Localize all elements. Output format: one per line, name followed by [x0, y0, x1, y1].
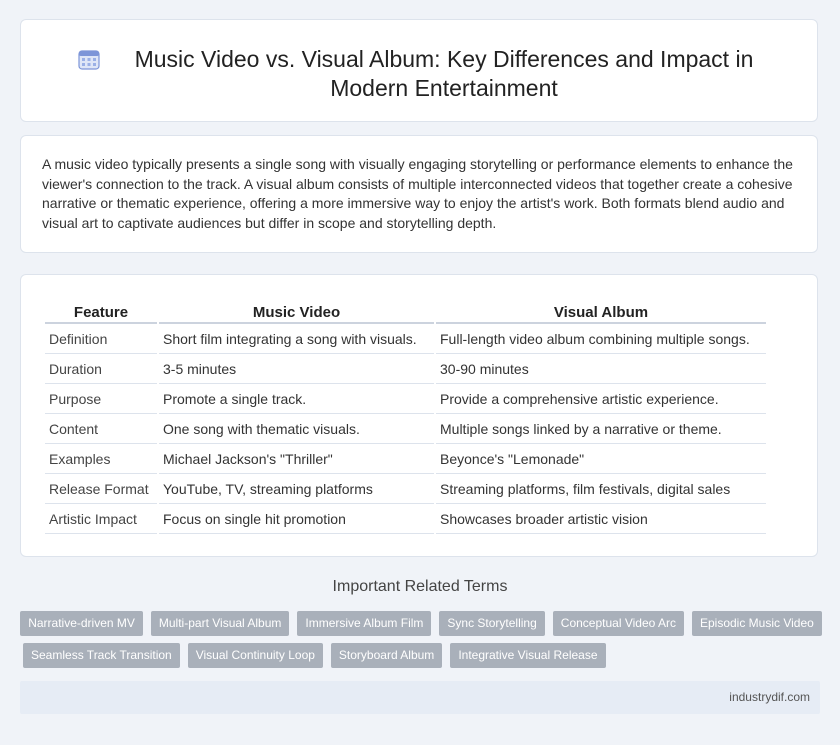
tag[interactable]: Integrative Visual Release — [450, 643, 606, 668]
table-cell: Michael Jackson's "Thriller" — [159, 444, 434, 474]
header-feature: Feature — [45, 297, 157, 324]
table-row: Examples Michael Jackson's "Thriller" Be… — [45, 444, 766, 474]
related-terms-heading: Important Related Terms — [332, 578, 508, 595]
table-row: Release Format YouTube, TV, streaming pl… — [45, 474, 766, 504]
tag[interactable]: Sync Storytelling — [439, 611, 545, 636]
table-cell: 30-90 minutes — [436, 354, 766, 384]
table-cell: Multiple songs linked by a narrative or … — [436, 414, 766, 444]
table-row: Purpose Promote a single track. Provide … — [45, 384, 766, 414]
table-cell: 3-5 minutes — [159, 354, 434, 384]
table-cell: Duration — [45, 354, 157, 384]
table-cell: YouTube, TV, streaming platforms — [159, 474, 434, 504]
tag[interactable]: Episodic Music Video — [691, 611, 822, 636]
page-title: Music Video vs. Visual Album: Key Differ… — [134, 46, 754, 101]
table-cell: Streaming platforms, film festivals, dig… — [436, 474, 766, 504]
table-cell: Showcases broader artistic vision — [436, 504, 766, 534]
comparison-table: Feature Music Video Visual Album Definit… — [43, 297, 768, 534]
tag[interactable]: Narrative-driven MV — [20, 611, 143, 636]
table-row: Duration 3-5 minutes 30-90 minutes — [45, 354, 766, 384]
table-cell: Definition — [45, 324, 157, 354]
tag[interactable]: Multi-part Visual Album — [150, 611, 290, 636]
table-cell: Content — [45, 414, 157, 444]
tag[interactable]: Seamless Track Transition — [23, 643, 180, 668]
header-music-video: Music Video — [159, 297, 434, 324]
title-card: Music Video vs. Visual Album: Key Differ… — [20, 19, 818, 122]
table-cell: Short film integrating a song with visua… — [159, 324, 434, 354]
table-cell: Release Format — [45, 474, 157, 504]
comparison-card: Feature Music Video Visual Album Definit… — [20, 274, 818, 557]
tag-row: Narrative-driven MV Multi-part Visual Al… — [20, 611, 822, 636]
table-row: Definition Short film integrating a song… — [45, 324, 766, 354]
table-cell: Provide a comprehensive artistic experie… — [436, 384, 766, 414]
table-row: Artistic Impact Focus on single hit prom… — [45, 504, 766, 534]
intro-card: A music video typically presents a singl… — [20, 135, 818, 253]
table-row: Content One song with thematic visuals. … — [45, 414, 766, 444]
related-terms-list: Narrative-driven MV Multi-part Visual Al… — [20, 611, 822, 675]
tag[interactable]: Conceptual Video Arc — [552, 611, 684, 636]
table-cell: Focus on single hit promotion — [159, 504, 434, 534]
footer-source[interactable]: industrydif.com — [729, 690, 810, 704]
table-cell: One song with thematic visuals. — [159, 414, 434, 444]
table-cell: Artistic Impact — [45, 504, 157, 534]
tag[interactable]: Immersive Album Film — [297, 611, 432, 636]
footer: industrydif.com — [20, 681, 820, 714]
header-visual-album: Visual Album — [436, 297, 766, 324]
table-cell: Purpose — [45, 384, 157, 414]
intro-text: A music video typically presents a singl… — [42, 156, 793, 231]
table-cell: Promote a single track. — [159, 384, 434, 414]
tag-row: Seamless Track Transition Visual Continu… — [22, 643, 820, 668]
table-cell: Full-length video album combining multip… — [436, 324, 766, 354]
table-cell: Beyonce's "Lemonade" — [436, 444, 766, 474]
table-header-row: Feature Music Video Visual Album — [45, 297, 766, 324]
tag[interactable]: Storyboard Album — [330, 643, 443, 668]
table-cell: Examples — [45, 444, 157, 474]
tag[interactable]: Visual Continuity Loop — [187, 643, 323, 668]
